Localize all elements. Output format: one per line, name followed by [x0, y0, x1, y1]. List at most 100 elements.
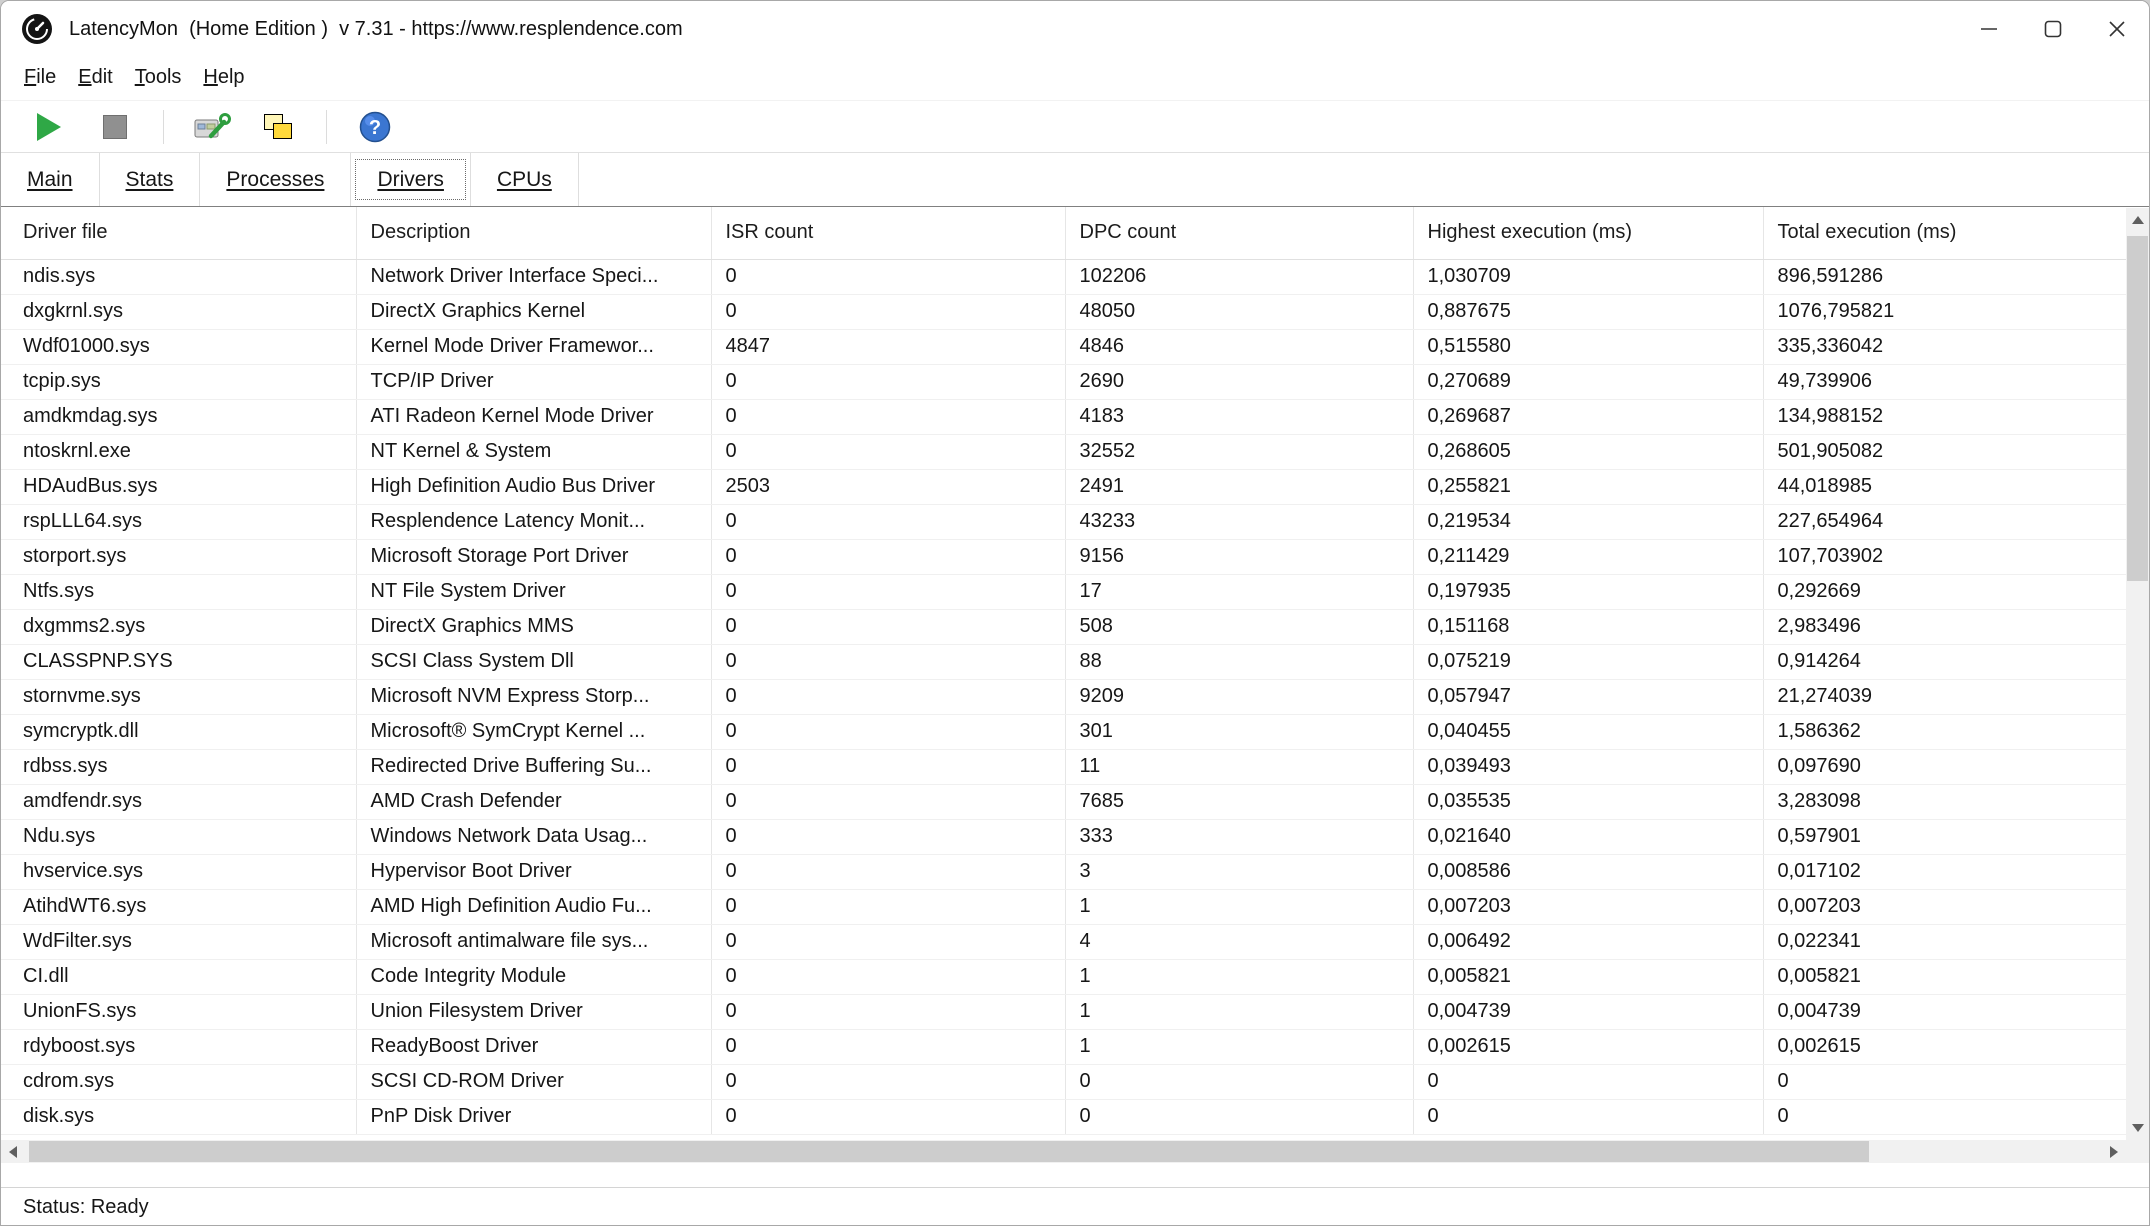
table-cell: 0,914264	[1763, 644, 2126, 679]
horizontal-scrollbar[interactable]	[1, 1140, 2126, 1163]
table-cell: 0	[711, 924, 1065, 959]
table-cell: 0,017102	[1763, 854, 2126, 889]
minimize-button[interactable]	[1957, 1, 2021, 57]
table-row[interactable]: rspLLL64.sysResplendence Latency Monit..…	[1, 504, 2126, 539]
table-cell: 0	[711, 539, 1065, 574]
start-monitor-button[interactable]	[29, 106, 69, 148]
tab-drivers[interactable]: Drivers	[351, 153, 471, 206]
table-cell: 0,515580	[1413, 329, 1763, 364]
hardware-wrench-icon	[193, 111, 231, 143]
vertical-scrollbar-thumb[interactable]	[2127, 236, 2148, 581]
table-cell: tcpip.sys	[1, 364, 356, 399]
menu-item-help[interactable]: Help	[192, 57, 255, 100]
column-header-description[interactable]: Description	[356, 207, 711, 259]
table-cell: PnP Disk Driver	[356, 1099, 711, 1134]
table-row[interactable]: HDAudBus.sysHigh Definition Audio Bus Dr…	[1, 469, 2126, 504]
table-cell: Microsoft antimalware file sys...	[356, 924, 711, 959]
table-row[interactable]: dxgkrnl.sysDirectX Graphics Kernel048050…	[1, 294, 2126, 329]
table-cell: 0,211429	[1413, 539, 1763, 574]
scroll-left-button[interactable]	[1, 1140, 25, 1163]
column-header-isr-count[interactable]: ISR count	[711, 207, 1065, 259]
table-cell: AtihdWT6.sys	[1, 889, 356, 924]
maximize-button[interactable]	[2021, 1, 2085, 57]
table-cell: symcryptk.dll	[1, 714, 356, 749]
table-cell: 0	[1763, 1099, 2126, 1134]
table-cell: 301	[1065, 714, 1413, 749]
table-cell: Microsoft NVM Express Storp...	[356, 679, 711, 714]
table-row[interactable]: Ntfs.sysNT File System Driver0170,197935…	[1, 574, 2126, 609]
menu-bar: FileEditToolsHelp	[1, 57, 2149, 101]
table-row[interactable]: amdkmdag.sysATI Radeon Kernel Mode Drive…	[1, 399, 2126, 434]
table-row[interactable]: CI.dllCode Integrity Module010,0058210,0…	[1, 959, 2126, 994]
table-row[interactable]: AtihdWT6.sysAMD High Definition Audio Fu…	[1, 889, 2126, 924]
table-row[interactable]: symcryptk.dllMicrosoft® SymCrypt Kernel …	[1, 714, 2126, 749]
table-cell: 0	[1413, 1064, 1763, 1099]
scroll-down-button[interactable]	[2126, 1116, 2149, 1140]
horizontal-scrollbar-thumb[interactable]	[29, 1141, 1869, 1162]
stop-monitor-button[interactable]	[95, 106, 135, 148]
table-cell: 896,591286	[1763, 259, 2126, 294]
table-row[interactable]: disk.sysPnP Disk Driver0000	[1, 1099, 2126, 1134]
table-row[interactable]: amdfendr.sysAMD Crash Defender076850,035…	[1, 784, 2126, 819]
table-row[interactable]: WdFilter.sysMicrosoft antimalware file s…	[1, 924, 2126, 959]
table-cell: amdfendr.sys	[1, 784, 356, 819]
table-row[interactable]: stornvme.sysMicrosoft NVM Express Storp.…	[1, 679, 2126, 714]
table-cell: 0,075219	[1413, 644, 1763, 679]
table-cell: CI.dll	[1, 959, 356, 994]
vertical-scrollbar[interactable]	[2126, 208, 2149, 1140]
table-row[interactable]: UnionFS.sysUnion Filesystem Driver010,00…	[1, 994, 2126, 1029]
table-cell: 0,057947	[1413, 679, 1763, 714]
tab-stats[interactable]: Stats	[100, 153, 201, 206]
table-cell: 508	[1065, 609, 1413, 644]
column-header-total-execution-ms[interactable]: Total execution (ms)	[1763, 207, 2126, 259]
tab-label: Drivers	[377, 168, 444, 192]
table-row[interactable]: tcpip.sysTCP/IP Driver026900,27068949,73…	[1, 364, 2126, 399]
column-header-dpc-count[interactable]: DPC count	[1065, 207, 1413, 259]
table-cell: 0,008586	[1413, 854, 1763, 889]
column-header-driver-file[interactable]: Driver file	[1, 207, 356, 259]
table-cell: 0	[711, 679, 1065, 714]
menu-item-file[interactable]: File	[13, 57, 67, 100]
column-header-highest-execution-ms[interactable]: Highest execution (ms)	[1413, 207, 1763, 259]
table-cell: CLASSPNP.SYS	[1, 644, 356, 679]
svg-text:?: ?	[369, 117, 381, 139]
table-row[interactable]: Ndu.sysWindows Network Data Usag...03330…	[1, 819, 2126, 854]
table-cell: 0,004739	[1413, 994, 1763, 1029]
table-row[interactable]: hvservice.sysHypervisor Boot Driver030,0…	[1, 854, 2126, 889]
table-cell: 0	[711, 749, 1065, 784]
table-cell: 0,255821	[1413, 469, 1763, 504]
table-row[interactable]: CLASSPNP.SYSSCSI Class System Dll0880,07…	[1, 644, 2126, 679]
tab-processes[interactable]: Processes	[200, 153, 351, 206]
windows-view-button[interactable]	[258, 106, 298, 148]
table-row[interactable]: ntoskrnl.exeNT Kernel & System0325520,26…	[1, 434, 2126, 469]
table-cell: 0	[711, 889, 1065, 924]
scroll-up-button[interactable]	[2126, 208, 2149, 232]
tools-options-button[interactable]	[192, 106, 232, 148]
table-cell: SCSI Class System Dll	[356, 644, 711, 679]
toolbar-separator	[163, 110, 164, 144]
table-body: ndis.sysNetwork Driver Interface Speci..…	[1, 259, 2126, 1134]
table-cell: 0	[1065, 1099, 1413, 1134]
table-row[interactable]: ndis.sysNetwork Driver Interface Speci..…	[1, 259, 2126, 294]
table-cell: rdbss.sys	[1, 749, 356, 784]
menu-item-tools[interactable]: Tools	[124, 57, 193, 100]
help-button[interactable]: ?	[355, 106, 395, 148]
table-cell: 4847	[711, 329, 1065, 364]
table-cell: 7685	[1065, 784, 1413, 819]
table-cell: 0	[1763, 1064, 2126, 1099]
table-row[interactable]: rdyboost.sysReadyBoost Driver010,0026150…	[1, 1029, 2126, 1064]
tab-cpus[interactable]: CPUs	[471, 153, 579, 206]
menu-item-edit[interactable]: Edit	[67, 57, 123, 100]
table-row[interactable]: storport.sysMicrosoft Storage Port Drive…	[1, 539, 2126, 574]
table-cell: ReadyBoost Driver	[356, 1029, 711, 1064]
scroll-right-button[interactable]	[2102, 1140, 2126, 1163]
table-row[interactable]: Wdf01000.sysKernel Mode Driver Framewor.…	[1, 329, 2126, 364]
table-row[interactable]: rdbss.sysRedirected Drive Buffering Su..…	[1, 749, 2126, 784]
table-row[interactable]: cdrom.sysSCSI CD-ROM Driver0000	[1, 1064, 2126, 1099]
table-cell: 1	[1065, 959, 1413, 994]
table-cell: Microsoft Storage Port Driver	[356, 539, 711, 574]
table-row[interactable]: dxgmms2.sysDirectX Graphics MMS05080,151…	[1, 609, 2126, 644]
close-button[interactable]	[2085, 1, 2149, 57]
tab-main[interactable]: Main	[1, 153, 100, 206]
table-cell: 0	[711, 294, 1065, 329]
